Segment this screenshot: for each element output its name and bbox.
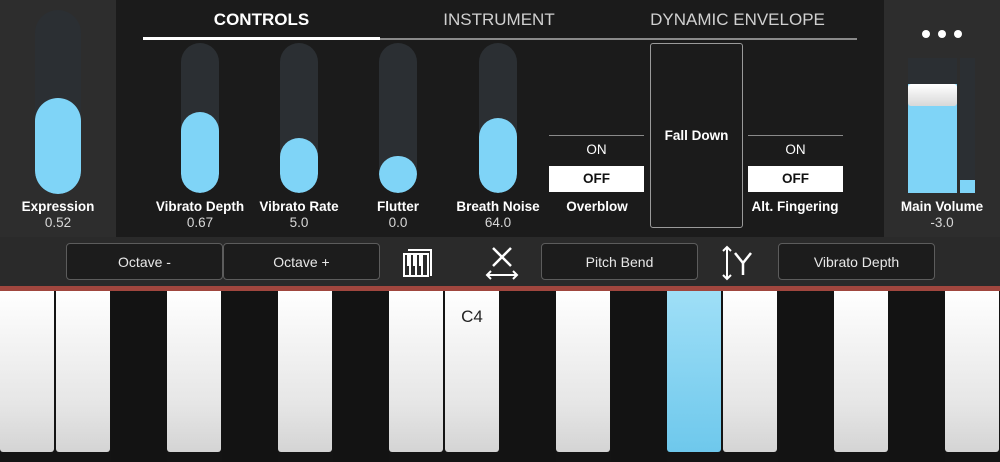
vibrato-depth-slider-fill — [181, 112, 219, 193]
level-meter — [960, 58, 975, 193]
overblow-label: Overblow — [566, 199, 628, 214]
vibrato-rate-label: Vibrato Rate — [259, 199, 339, 214]
piano-key-c4-sharp[interactable] — [500, 291, 556, 462]
octave-up-button[interactable]: Octave + — [223, 243, 380, 280]
piano-key-g4-sharp[interactable] — [889, 291, 945, 462]
piano-key-d4[interactable] — [556, 291, 610, 452]
vibrato-rate-value: 5.0 — [289, 215, 309, 230]
piano-key-f[interactable] — [333, 291, 389, 462]
piano-key-d[interactable] — [167, 291, 221, 452]
vibrato-depth-label: Vibrato Depth — [155, 199, 245, 214]
tab-controls[interactable]: CONTROLS — [143, 0, 380, 38]
piano-keyboard: C4 — [0, 291, 1000, 462]
breath-noise-label: Breath Noise — [456, 199, 540, 214]
breath-noise-slider[interactable] — [479, 43, 517, 193]
alt-fingering-on-option[interactable]: ON — [748, 135, 843, 162]
piano-key-d4-sharp[interactable] — [611, 291, 667, 462]
tab-dynamic-envelope[interactable]: DYNAMIC ENVELOPE — [618, 0, 857, 38]
tab-instrument[interactable]: INSTRUMENT — [380, 0, 618, 38]
y-axis-assignment-button[interactable]: Vibrato Depth — [778, 243, 935, 280]
expression-slider[interactable] — [35, 10, 81, 194]
piano-key-a4[interactable] — [945, 291, 999, 452]
piano-key-e[interactable] — [278, 291, 332, 452]
vibrato-rate-slider[interactable] — [280, 43, 318, 193]
piano-key-b3[interactable] — [56, 291, 110, 452]
piano-key-d-sharp[interactable] — [222, 291, 278, 462]
level-meter-fill — [960, 179, 975, 193]
breath-noise-value: 64.0 — [484, 215, 512, 230]
piano-key-c4[interactable]: C4 — [445, 291, 499, 452]
octave-down-button[interactable]: Octave - — [66, 243, 223, 280]
flutter-slider[interactable] — [379, 43, 417, 193]
overblow-on-option[interactable]: ON — [549, 135, 644, 162]
expression-value: 0.52 — [44, 215, 72, 230]
main-volume-panel: Main Volume -3.0 — [884, 0, 1000, 237]
alt-fingering-off-option[interactable]: OFF — [748, 166, 843, 192]
piano-key-active[interactable] — [667, 291, 721, 452]
piano-key-a3[interactable] — [0, 291, 54, 452]
piano-key-f4[interactable] — [723, 291, 777, 452]
vibrato-rate-slider-fill — [280, 137, 318, 193]
expression-slider-fill — [35, 98, 81, 194]
alt-fingering-label: Alt. Fingering — [751, 199, 839, 214]
breath-noise-slider-fill — [479, 118, 517, 193]
expression-label: Expression — [21, 199, 95, 214]
flutter-label: Flutter — [377, 199, 419, 214]
main-volume-value: -3.0 — [930, 215, 954, 230]
vibrato-depth-slider[interactable] — [181, 43, 219, 193]
vibrato-depth-value: 0.67 — [186, 215, 214, 230]
flutter-slider-fill — [379, 155, 417, 193]
tab-active-indicator — [143, 37, 380, 40]
piano-key-f4-sharp[interactable] — [778, 291, 834, 462]
main-volume-label: Main Volume — [900, 199, 984, 214]
overblow-off-option[interactable]: OFF — [549, 166, 644, 192]
flutter-value: 0.0 — [388, 215, 408, 230]
piano-key-b[interactable] — [389, 291, 443, 452]
octave-label: C4 — [461, 307, 483, 326]
y-axis-icon — [720, 244, 756, 282]
main-volume-handle[interactable] — [908, 83, 957, 106]
keyboard-icon[interactable] — [402, 248, 434, 278]
fall-down-button[interactable]: Fall Down — [650, 43, 743, 228]
piano-key-c3-sharp[interactable] — [111, 291, 167, 462]
expression-panel: Expression 0.52 — [0, 0, 116, 237]
piano-key-g4[interactable] — [834, 291, 888, 452]
fall-down-label: Fall Down — [664, 128, 729, 143]
main-volume-slider[interactable] — [908, 58, 957, 193]
x-axis-icon — [484, 244, 520, 280]
x-axis-assignment-button[interactable]: Pitch Bend — [541, 243, 698, 280]
more-options-icon[interactable] — [922, 26, 962, 42]
